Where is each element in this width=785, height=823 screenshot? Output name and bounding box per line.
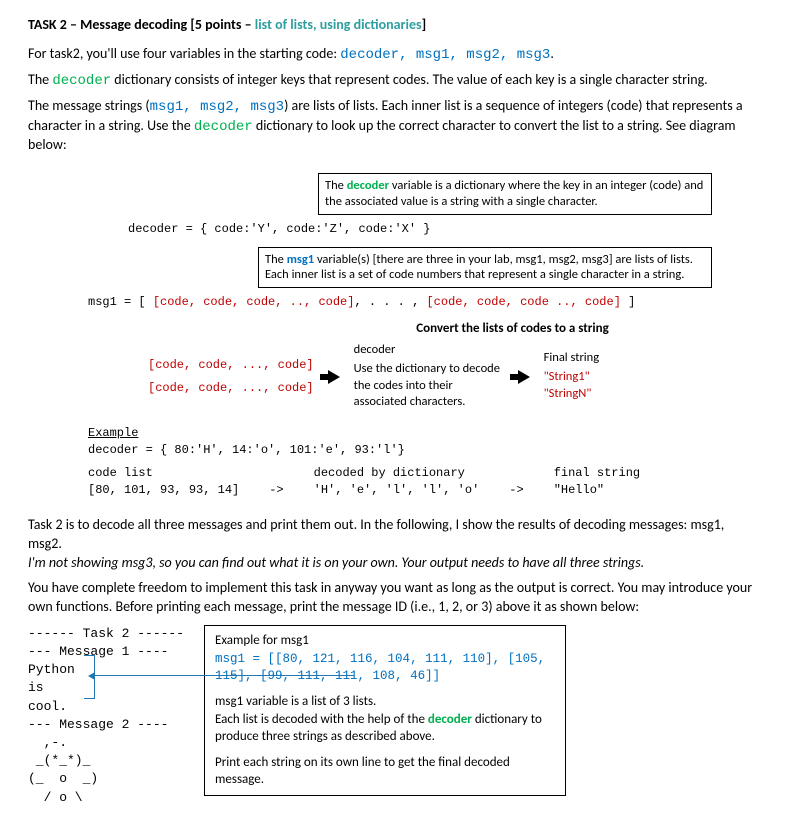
ex-row: code list [80, 101, 93, 93, 14] -> decod… (88, 465, 757, 499)
left-item-1: [code, code, ..., code] (148, 357, 314, 373)
ex-arrow2: -> (509, 465, 523, 499)
c2-msg: msg1 (287, 252, 314, 267)
p2-decoder: decoder (52, 73, 111, 89)
c1a: The (325, 178, 347, 193)
msg-pre: msg1 = [ (88, 295, 153, 309)
arrow-text-2: -> (509, 482, 523, 499)
title-post: ] (422, 16, 427, 33)
output-left: ------ Task 2 ------ --- Message 1 ---- … (28, 625, 184, 807)
left-item-2: [code, code, ..., code] (148, 380, 314, 396)
p2b: dictionary consists of integer keys that… (111, 71, 708, 88)
p4i: I'm not showing msg3, so you can find ou… (28, 554, 644, 571)
arrow-icon-2 (518, 370, 530, 384)
right-l2: Each list is decoded with the help of th… (215, 711, 555, 746)
right-l2-dec: decoder (428, 712, 472, 727)
head-decoder: decoder (354, 342, 504, 359)
msg-mid: , . . . , (354, 295, 426, 309)
dec-desc: Use the dictionary to decode the codes i… (354, 361, 504, 412)
flow-mid: decoder Use the dictionary to decode the… (354, 342, 504, 412)
freedom-note: You have complete freedom to implement t… (28, 579, 757, 617)
c2a: The (265, 252, 287, 267)
intro-p1: For task2, you'll use four variables in … (28, 45, 757, 65)
flow-left: [code, code, ..., code] [code, code, ...… (148, 357, 314, 395)
c2b: variable(s) [there are three in your lab… (265, 252, 693, 283)
arrow-icon-1 (328, 370, 340, 384)
p1b: . (550, 45, 554, 62)
intro-p3: The message strings (msg1, msg2, msg3) a… (28, 97, 757, 156)
task-desc: Task 2 is to decode all three messages a… (28, 516, 757, 573)
ex-decoder: decoder = { 80:'H', 14:'o', 101:'e', 93:… (88, 442, 757, 459)
right-l2a: Each list is decoded with the help of th… (215, 712, 428, 727)
callout-decoder: The decoder variable is a dictionary whe… (318, 173, 712, 214)
p3-decoder: decoder (194, 119, 253, 135)
p3-vars: msg1, msg2, msg3 (150, 99, 284, 115)
p4: Task 2 is to decode all three messages a… (28, 516, 724, 552)
strn: "StringN" (544, 386, 599, 403)
task-title: TASK 2 – Message decoding [5 points – li… (28, 16, 757, 35)
ex-header: Example (88, 425, 757, 442)
right-l1: msg1 variable is a list of 3 lists. (215, 693, 555, 711)
head-final: Final string (544, 350, 599, 367)
msg-list2: [code, code, code .., code] (426, 295, 620, 309)
msg-end: ] (621, 295, 635, 309)
ex-h2: decoded by dictionary (314, 465, 480, 482)
intro-p2: The decoder dictionary consists of integ… (28, 71, 757, 91)
flow-row: [code, code, ..., code] [code, code, ...… (148, 342, 757, 412)
title-pre: TASK 2 – Message decoding [5 points – (28, 16, 255, 33)
p1-vars: decoder, msg1, msg2, msg3 (340, 47, 550, 63)
title-mid: list of lists, using dictionaries (255, 16, 422, 33)
ex-h3: final string (554, 465, 640, 482)
right-code: msg1 = [[80, 121, 116, 104, 111, 110], [… (215, 651, 555, 685)
diagram: The decoder variable is a dictionary whe… (88, 173, 757, 498)
callout-msg: The msg1 variable(s) [there are three in… (258, 247, 712, 288)
ex-h1: code list (88, 465, 239, 482)
ex-v2: 'H', 'e', 'l', 'l', 'o' (314, 482, 480, 499)
ex-arrow1: -> (269, 465, 283, 499)
c1-dec: decoder (347, 178, 389, 193)
ex-col3: final string "Hello" (554, 465, 640, 499)
convert-block: Convert the lists of codes to a string [… (88, 320, 757, 411)
ex-v1: [80, 101, 93, 93, 14] (88, 482, 239, 499)
p1a: For task2, you'll use four variables in … (28, 45, 340, 62)
flow-right: Final string "String1" "StringN" (544, 350, 599, 403)
p3a: The message strings ( (28, 97, 150, 114)
ex-col2: decoded by dictionary 'H', 'e', 'l', 'l'… (314, 465, 480, 499)
leader-arrow-icon (94, 675, 354, 676)
str1: "String1" (544, 369, 599, 386)
example-block: Example decoder = { 80:'H', 14:'o', 101:… (88, 425, 757, 498)
right-title: Example for msg1 (215, 632, 555, 650)
decoder-line: decoder = { code:'Y', code:'Z', code:'X'… (128, 221, 757, 237)
output-area: ------ Task 2 ------ --- Message 1 ---- … (28, 625, 757, 807)
convert-title: Convert the lists of codes to a string (268, 320, 757, 338)
msg-list1: [code, code, code, .., code] (153, 295, 355, 309)
arrow-text-1: -> (269, 482, 283, 499)
msg-line: msg1 = [ [code, code, code, .., code], .… (88, 294, 757, 310)
output-right-box: Example for msg1 msg1 = [[80, 121, 116, … (204, 625, 566, 796)
p2a: The (28, 71, 52, 88)
ex-col1: code list [80, 101, 93, 93, 14] (88, 465, 239, 499)
right-l3: Print each string on its own line to get… (215, 754, 555, 789)
ex-v3: "Hello" (554, 482, 640, 499)
